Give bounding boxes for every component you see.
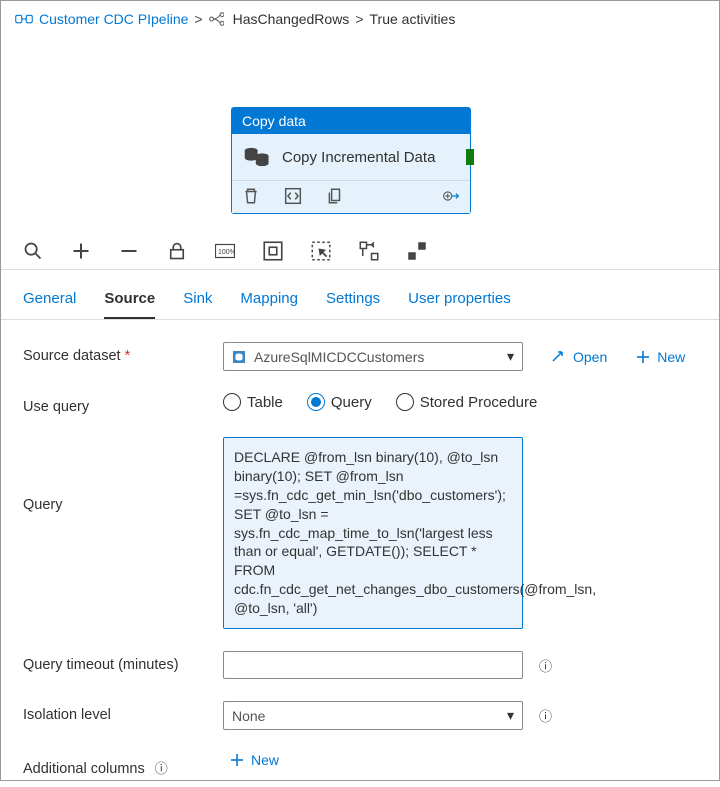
source-form: Source dataset * AzureSqlMICDCCustomers … xyxy=(1,320,719,787)
tab-sink[interactable]: Sink xyxy=(183,284,212,319)
layout-icon[interactable] xyxy=(407,241,427,261)
select-mode-icon[interactable] xyxy=(311,241,331,261)
source-dataset-value: AzureSqlMICDCCustomers xyxy=(254,349,499,365)
activity-copy-data[interactable]: Copy data Copy Incremental Data xyxy=(231,107,471,214)
fit-to-screen-icon[interactable] xyxy=(263,241,283,261)
zoom-out-icon[interactable] xyxy=(119,241,139,261)
breadcrumb-sep-1: > xyxy=(194,11,202,27)
info-icon-timeout[interactable]: ⓘ xyxy=(539,656,552,675)
activity-header: Copy data xyxy=(232,108,470,134)
tab-mapping[interactable]: Mapping xyxy=(240,284,298,319)
query-textarea[interactable]: DECLARE @from_lsn binary(10), @to_lsn bi… xyxy=(223,437,523,629)
dataset-sql-icon xyxy=(232,350,246,364)
copy-data-icon xyxy=(242,146,272,168)
tab-user-properties[interactable]: User properties xyxy=(408,284,511,319)
label-source-dataset: Source dataset * xyxy=(23,342,223,364)
chevron-down-icon: ▾ xyxy=(507,707,514,724)
pipeline-icon xyxy=(15,12,33,26)
success-connector[interactable] xyxy=(466,149,474,165)
add-output-icon[interactable] xyxy=(442,187,460,205)
if-condition-icon xyxy=(209,12,227,26)
query-timeout-input[interactable] xyxy=(223,651,523,679)
canvas-toolbar: 100% xyxy=(1,233,719,270)
zoom-in-icon[interactable] xyxy=(71,241,91,261)
radio-stored-procedure[interactable]: Stored Procedure xyxy=(396,393,538,411)
svg-text:100%: 100% xyxy=(218,249,235,256)
source-dataset-dropdown[interactable]: AzureSqlMICDCCustomers ▾ xyxy=(223,342,523,371)
new-column-link[interactable]: New xyxy=(229,752,279,768)
tab-general[interactable]: General xyxy=(23,284,76,319)
activity-footer xyxy=(232,180,470,213)
open-dataset-link[interactable]: Open xyxy=(551,349,607,365)
canvas[interactable]: Copy data Copy Incremental Data xyxy=(1,33,719,233)
tabs: General Source Sink Mapping Settings Use… xyxy=(1,270,719,320)
lock-icon[interactable] xyxy=(167,241,187,261)
label-additional-columns: Additional columns ⓘ xyxy=(23,752,223,777)
tab-source[interactable]: Source xyxy=(104,284,155,319)
tab-settings[interactable]: Settings xyxy=(326,284,380,319)
label-isolation-level: Isolation level xyxy=(23,701,223,723)
activity-body: Copy Incremental Data xyxy=(232,134,470,180)
delete-icon[interactable] xyxy=(242,187,260,205)
use-query-radio-group: Table Query Stored Procedure xyxy=(223,393,537,411)
info-icon-addcols[interactable]: ⓘ xyxy=(155,761,168,776)
search-icon[interactable] xyxy=(23,241,43,261)
isolation-level-value: None xyxy=(232,708,499,724)
radio-table[interactable]: Table xyxy=(223,393,283,411)
auto-align-icon[interactable] xyxy=(359,241,379,261)
breadcrumb-cond: HasChangedRows xyxy=(233,11,350,27)
isolation-level-dropdown[interactable]: None ▾ xyxy=(223,701,523,730)
code-icon[interactable] xyxy=(284,187,302,205)
breadcrumb-leaf: True activities xyxy=(370,11,456,27)
activity-title: Copy Incremental Data xyxy=(282,149,435,166)
label-query-timeout: Query timeout (minutes) xyxy=(23,651,223,673)
zoom-100-icon[interactable]: 100% xyxy=(215,241,235,261)
label-use-query: Use query xyxy=(23,393,223,415)
breadcrumb-sep-2: > xyxy=(355,11,363,27)
chevron-down-icon: ▾ xyxy=(507,348,514,365)
breadcrumb: Customer CDC PIpeline > HasChangedRows >… xyxy=(1,1,719,33)
label-query: Query xyxy=(23,437,223,513)
breadcrumb-root[interactable]: Customer CDC PIpeline xyxy=(39,11,188,27)
info-icon-isolation[interactable]: ⓘ xyxy=(539,706,552,725)
radio-query[interactable]: Query xyxy=(307,393,372,411)
clone-icon[interactable] xyxy=(326,187,344,205)
new-dataset-link[interactable]: New xyxy=(635,349,685,365)
